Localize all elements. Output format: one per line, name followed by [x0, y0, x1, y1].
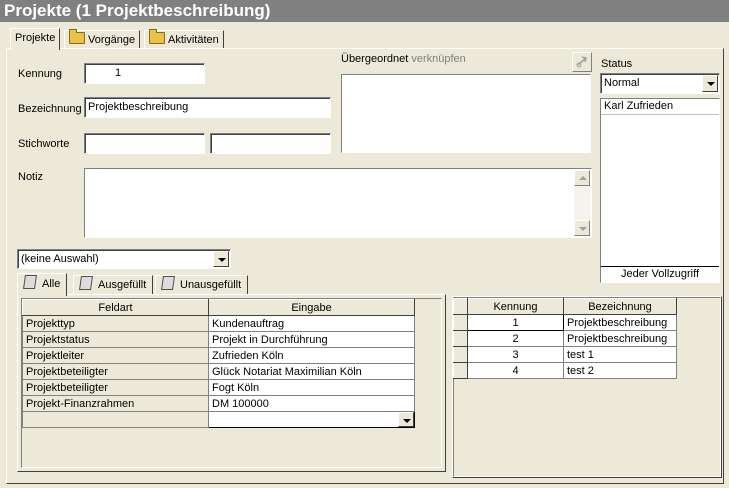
field-type-cell: Projektleiter	[22, 347, 209, 364]
table-row[interactable]: Projektstatus Projekt in Durchführung	[22, 331, 415, 348]
kennung-input[interactable]: 1	[84, 63, 205, 84]
chevron-down-icon[interactable]	[213, 251, 229, 267]
bezeichnung-cell[interactable]: Projektbeschreibung	[563, 314, 677, 331]
notiz-scrollbar[interactable]	[574, 170, 590, 236]
field-value-cell[interactable]: DM 100000	[208, 395, 415, 412]
subtab-ausgefuellt[interactable]: Ausgefüllt	[73, 275, 154, 296]
field-type-cell: Projektbeteiligter	[22, 363, 209, 380]
chevron-down-icon[interactable]	[398, 412, 414, 427]
link-icon	[576, 56, 587, 68]
field-value-cell[interactable]: Kundenauftrag	[208, 315, 415, 332]
folder-icon	[69, 29, 85, 44]
subtab-alle-label: Alle	[42, 278, 61, 290]
field-type-cell: Projekt-Finanzrahmen	[22, 395, 209, 412]
field-value-dropdown[interactable]	[208, 411, 415, 428]
field-value-cell[interactable]: Glück Notariat Maximilian Köln	[208, 363, 415, 380]
bezeichnung-cell[interactable]: test 2	[563, 362, 677, 379]
tab-projekte-label: Projekte	[15, 32, 56, 44]
table-row[interactable]: 3 test 1	[453, 346, 677, 363]
projects-table: Kennung Bezeichnung 1 Projektbeschreibun…	[453, 298, 677, 379]
status-select[interactable]: Normal	[600, 73, 720, 94]
table-row[interactable]	[22, 411, 415, 428]
bezeichnung-label: Bezeichnung	[18, 103, 82, 115]
fields-table: Feldart Eingabe Projekttyp Kundenauftrag…	[22, 299, 415, 428]
table-row[interactable]: 4 test 2	[453, 362, 677, 379]
tab-vorgaenge[interactable]: Vorgänge	[64, 29, 141, 50]
field-value-cell[interactable]: Projekt in Durchführung	[208, 331, 415, 348]
stichworte-label: Stichworte	[18, 138, 70, 150]
subtab-unausgefuellt[interactable]: Unausgefüllt	[155, 275, 249, 296]
table-row[interactable]: Projekttyp Kundenauftrag	[22, 315, 415, 332]
uebergeordnet-header: Übergeordnet verknüpfen	[341, 53, 466, 65]
column-header[interactable]: Eingabe	[208, 299, 415, 316]
bezeichnung-input[interactable]: Projektbeschreibung	[84, 97, 331, 118]
scroll-up-icon[interactable]	[574, 170, 590, 186]
subtab-unausgefuellt-label: Unausgefüllt	[180, 279, 242, 291]
status-select-value: Normal	[604, 77, 640, 89]
scroll-down-icon[interactable]	[574, 220, 590, 236]
status-label: Status	[601, 58, 633, 70]
bezeichnung-cell[interactable]: Projektbeschreibung	[563, 330, 677, 347]
stichworte-input-1[interactable]	[84, 133, 205, 154]
table-row[interactable]: Projektleiter Zufrieden Köln	[22, 347, 415, 364]
field-type-cell: Projektstatus	[22, 331, 209, 348]
field-type-cell: Projekttyp	[22, 315, 209, 332]
kennung-cell[interactable]: 3	[467, 346, 564, 363]
column-header[interactable]: Feldart	[22, 299, 209, 316]
row-selector[interactable]	[453, 330, 468, 347]
table-row[interactable]: 2 Projektbeschreibung	[453, 330, 677, 347]
table-row[interactable]: Projekt-Finanzrahmen DM 100000	[22, 395, 415, 412]
field-type-cell: Projektbeteiligter	[22, 379, 209, 396]
field-value-cell[interactable]: Fogt Köln	[208, 379, 415, 396]
page-icon	[161, 276, 175, 290]
access-label: Jeder Vollzugriff	[601, 266, 719, 282]
column-header[interactable]: Kennung	[467, 298, 564, 315]
field-type-cell	[22, 411, 209, 428]
tab-aktivitaeten[interactable]: Aktivitäten	[144, 29, 224, 50]
folder-icon	[149, 29, 165, 44]
row-selector[interactable]	[453, 314, 468, 331]
stichworte-input-2[interactable]	[210, 133, 331, 154]
verknuepfen-link[interactable]: verknüpfen	[411, 53, 465, 65]
subtab-ausgefuellt-label: Ausgefüllt	[98, 279, 147, 291]
subtab-alle[interactable]: Alle	[17, 273, 68, 296]
row-selector[interactable]	[453, 346, 468, 363]
selection-value: (keine Auswahl)	[21, 253, 99, 265]
kennung-cell[interactable]: 4	[467, 362, 564, 379]
row-selector[interactable]	[453, 362, 468, 379]
bezeichnung-cell[interactable]: test 1	[563, 346, 677, 363]
list-item[interactable]: Karl Zufrieden	[601, 99, 719, 115]
uebergeordnet-box[interactable]	[341, 74, 591, 153]
chevron-down-icon[interactable]	[702, 75, 718, 92]
table-row[interactable]: Projektbeteiligter Fogt Köln	[22, 379, 415, 396]
table-row[interactable]: Projektbeteiligter Glück Notariat Maximi…	[22, 363, 415, 380]
row-header-corner	[453, 298, 468, 315]
uebergeordnet-label: Übergeordnet	[341, 53, 409, 65]
selection-dropdown[interactable]: (keine Auswahl)	[17, 249, 231, 269]
notiz-textarea[interactable]	[84, 168, 592, 238]
column-header[interactable]: Bezeichnung	[563, 298, 677, 315]
field-value-cell[interactable]: Zufrieden Köln	[208, 347, 415, 364]
tab-vorgaenge-label: Vorgänge	[88, 34, 136, 46]
notiz-label: Notiz	[18, 171, 44, 183]
page-icon	[79, 276, 93, 290]
kennung-label: Kennung	[18, 68, 63, 80]
page-icon	[23, 275, 37, 289]
link-button[interactable]	[572, 52, 592, 72]
tab-projekte[interactable]: Projekte	[10, 28, 61, 50]
kennung-cell[interactable]: 1	[467, 314, 564, 331]
kennung-cell[interactable]: 2	[467, 330, 564, 347]
tab-aktivitaeten-label: Aktivitäten	[168, 34, 219, 46]
persons-list[interactable]: Karl Zufrieden Jeder Vollzugriff	[600, 98, 720, 283]
table-row[interactable]: 1 Projektbeschreibung	[453, 314, 677, 331]
window-title: Projekte (1 Projektbeschreibung)	[0, 0, 729, 22]
